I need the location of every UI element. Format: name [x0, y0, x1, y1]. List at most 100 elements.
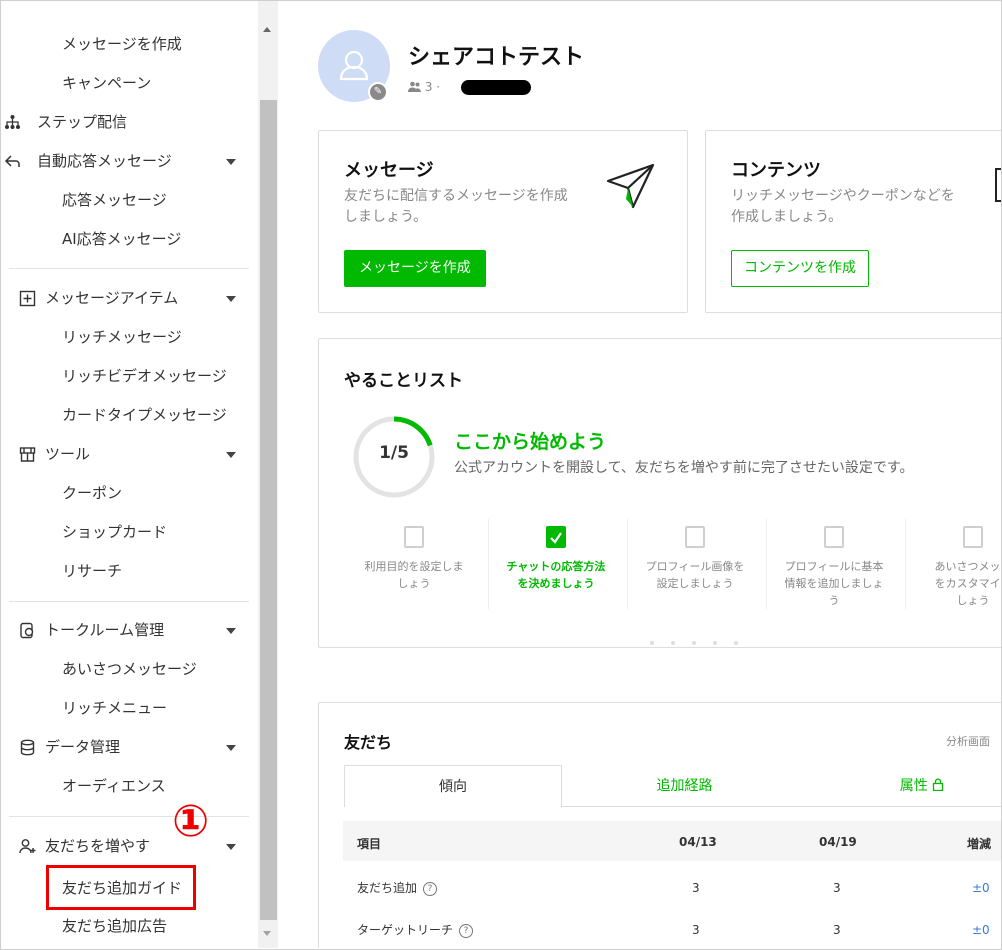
sidebar-item-talkroom[interactable]: トークルーム管理: [1, 615, 257, 645]
delta-cell: ±0: [972, 923, 990, 937]
tab-attributes[interactable]: 属性: [807, 765, 1001, 807]
tab-trend[interactable]: 傾向: [344, 765, 562, 807]
message-card: メッセージ 友だちに配信するメッセージを作成 しましょう。 メッセージを作成: [318, 130, 688, 313]
annotation-number: ①: [172, 796, 210, 847]
scroll-down-arrow-icon[interactable]: [263, 931, 271, 936]
chevron-down-icon: [226, 844, 236, 850]
sidebar-divider: [9, 268, 249, 269]
message-item-icon: [19, 290, 36, 307]
todo-step[interactable]: プロフィールに基本 情報を追加しましょ う: [764, 558, 904, 609]
add-friend-icon: [19, 839, 36, 854]
auto-reply-icon: [4, 155, 20, 167]
members-icon: [408, 81, 421, 92]
sidebar-item-message-items[interactable]: メッセージアイテム: [1, 283, 257, 313]
step-checkbox-icon[interactable]: [963, 526, 983, 548]
scrollbar-thumb[interactable]: [260, 100, 277, 920]
sidebar-item-rich-video[interactable]: リッチビデオメッセージ: [1, 361, 227, 391]
pager-dot[interactable]: [734, 641, 738, 645]
sidebar-item-friend-add-ads[interactable]: 友だち追加広告: [1, 911, 167, 941]
sidebar-item-campaign[interactable]: キャンペーン: [1, 68, 151, 98]
chevron-down-icon: [226, 745, 236, 751]
card-title: メッセージ: [344, 160, 434, 181]
row-label: ターゲットリーチ?: [357, 921, 474, 938]
todo-step[interactable]: プロフィール画像を 設定しましょう: [625, 558, 765, 592]
sidebar-item-label: 応答メッセージ: [62, 191, 167, 209]
sidebar-item-research[interactable]: リサーチ: [1, 556, 122, 586]
sidebar-item-label: キャンペーン: [62, 74, 152, 92]
todo-step-line: プロフィール画像を: [645, 560, 745, 573]
table-header: [343, 821, 1001, 861]
pager-dot[interactable]: [671, 641, 675, 645]
meta-separator: ·: [436, 80, 441, 94]
content-icon: [995, 168, 1001, 202]
pager-dot[interactable]: [713, 641, 717, 645]
todo-step-line: プロフィールに基本: [784, 560, 884, 573]
chevron-down-icon: [226, 628, 236, 634]
row-label: 友だち追加?: [357, 879, 438, 896]
pager-dot[interactable]: [650, 641, 654, 645]
redacted-account-id: [461, 80, 531, 95]
sidebar-divider: [9, 816, 249, 817]
column-header: 増減: [967, 837, 992, 851]
todo-step-line: をカスタマイズ: [934, 577, 1001, 590]
sidebar-item-label: オーディエンス: [62, 777, 166, 795]
table-cell: 3: [833, 923, 841, 937]
step-checkbox-icon[interactable]: [824, 526, 844, 548]
sidebar-item-reply-message[interactable]: 応答メッセージ: [1, 185, 167, 215]
row-label-text: 友だち追加: [357, 881, 418, 895]
sidebar-item-coupon[interactable]: クーポン: [1, 478, 122, 508]
table-cell: 3: [692, 923, 700, 937]
content-card: コンテンツ リッチメッセージやクーポンなどを 作成しましょう。 コンテンツを作成: [705, 130, 1001, 313]
edit-pencil-icon[interactable]: ✎: [368, 82, 388, 102]
help-icon[interactable]: ?: [423, 882, 438, 896]
create-content-button[interactable]: コンテンツを作成: [731, 250, 869, 287]
todo-step[interactable]: あいさつメッセ をカスタマイズ しょう: [903, 558, 1002, 609]
member-count: 3: [424, 80, 433, 94]
todo-subtext: 公式アカウントを開設して、友だちを増やす前に完了させたい設定です。: [454, 460, 914, 476]
column-header: 04/19: [819, 835, 857, 849]
table-cell: 3: [833, 881, 841, 895]
analysis-link[interactable]: 分析画面: [946, 733, 990, 749]
sidebar-item-auto-reply[interactable]: 自動応答メッセージ: [1, 146, 257, 176]
sidebar-item-shop-card[interactable]: ショップカード: [1, 517, 167, 547]
sidebar-item-label: トークルーム管理: [45, 621, 165, 639]
sidebar-item-rich-message[interactable]: リッチメッセージ: [1, 322, 182, 352]
sidebar-item-label: リッチメニュー: [62, 699, 168, 717]
card-description-line: 作成しましょう。: [731, 209, 843, 225]
sidebar-item-ai-reply[interactable]: AI応答メッセージ: [1, 224, 181, 254]
delta-cell: ±0: [972, 881, 990, 895]
todo-step[interactable]: 利用目的を設定しま しょう: [344, 558, 484, 592]
sidebar-item-label: ツール: [45, 445, 91, 463]
sidebar-item-audience[interactable]: オーディエンス: [1, 771, 166, 801]
todo-step-line: を決めましょう: [517, 577, 595, 590]
todo-step[interactable]: チャットの応答方法 を決めましょう: [486, 558, 626, 592]
step-checkbox-icon[interactable]: [685, 526, 705, 548]
sidebar-item-rich-menu[interactable]: リッチメニュー: [1, 693, 167, 723]
row-label-text: ターゲットリーチ: [357, 923, 454, 937]
card-description: 友だちに配信するメッセージを作成 しましょう。: [344, 186, 568, 228]
pager-dot[interactable]: [692, 641, 696, 645]
sidebar-item-step-delivery[interactable]: ステップ配信: [1, 107, 257, 137]
help-icon[interactable]: ?: [459, 924, 474, 938]
tab-source[interactable]: 追加経路: [562, 765, 807, 807]
sidebar-item-label: 自動応答メッセージ: [37, 152, 172, 170]
friends-title: 友だち: [344, 733, 393, 752]
sidebar-item-greeting[interactable]: あいさつメッセージ: [1, 654, 197, 684]
todo-step-line: しょう: [956, 594, 990, 607]
sidebar: メッセージを作成 キャンペーン ステップ配信 自動応答メッセージ 応答メッセージ…: [1, 1, 257, 948]
step-checkbox-icon[interactable]: [404, 526, 424, 548]
sidebar-item-label: あいさつメッセージ: [62, 660, 197, 678]
sidebar-item-label: カードタイプメッセージ: [62, 406, 227, 424]
sidebar-item-data-management[interactable]: データ管理: [1, 732, 257, 762]
create-message-button[interactable]: メッセージを作成: [344, 250, 486, 287]
scroll-up-arrow-icon[interactable]: [263, 27, 271, 32]
sidebar-item-create-message[interactable]: メッセージを作成: [1, 29, 182, 59]
sidebar-item-tools[interactable]: ツール: [1, 439, 257, 469]
todo-step-line: 設定しましょう: [656, 577, 734, 590]
sidebar-item-card-type[interactable]: カードタイプメッセージ: [1, 400, 227, 430]
chevron-down-icon: [226, 296, 236, 302]
step-checkbox-checked-icon[interactable]: [546, 526, 566, 548]
sidebar-item-add-friends[interactable]: 友だちを増やす: [1, 831, 257, 861]
card-description-line: しましょう。: [344, 209, 428, 225]
sidebar-divider: [9, 601, 249, 602]
